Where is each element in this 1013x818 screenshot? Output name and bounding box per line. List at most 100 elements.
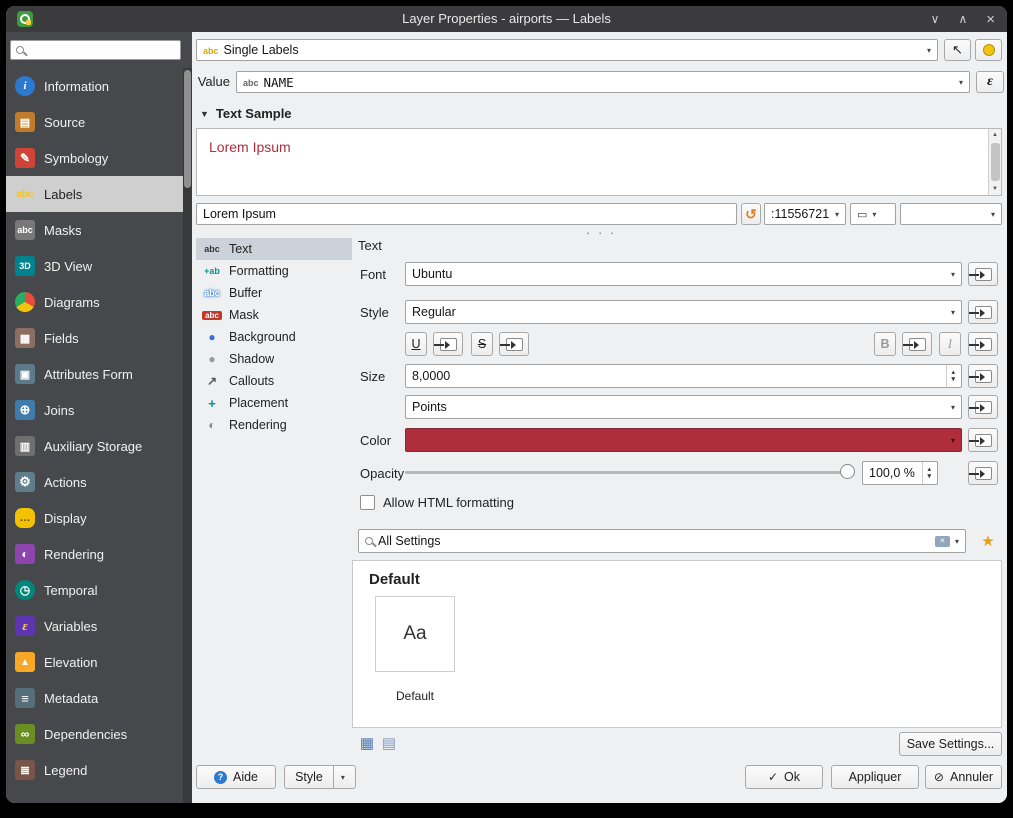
icon-view-button[interactable]	[358, 734, 376, 752]
underline-override-button[interactable]	[433, 332, 463, 356]
preview-background-select[interactable]	[900, 203, 1002, 225]
sidebar-item-symbology[interactable]: Symbology	[6, 140, 183, 176]
font-override-button[interactable]	[968, 262, 998, 286]
reset-sample-button[interactable]	[741, 203, 761, 225]
tab-callouts[interactable]: Callouts	[196, 370, 352, 392]
tab-background[interactable]: Background	[196, 326, 352, 348]
style-label: Style	[360, 305, 389, 320]
value-field-select[interactable]: NAME	[236, 71, 970, 93]
text-sample-header[interactable]: Text Sample	[200, 104, 292, 122]
allow-html-checkbox[interactable]	[360, 495, 375, 510]
shadow-icon	[202, 352, 222, 366]
ok-button[interactable]: Ok	[745, 765, 823, 789]
sidebar-item-joins[interactable]: Joins	[6, 392, 183, 428]
color-override-button[interactable]	[968, 428, 998, 452]
labeling-rules-button[interactable]	[944, 39, 971, 61]
sidebar-item-auxiliary-storage[interactable]: Auxiliary Storage	[6, 428, 183, 464]
tab-buffer[interactable]: Buffer	[196, 282, 352, 304]
sidebar-item-variables[interactable]: Variables	[6, 608, 183, 644]
list-view-icon	[382, 734, 396, 753]
sidebar-item-dependencies[interactable]: Dependencies	[6, 716, 183, 752]
units-override-button[interactable]	[968, 395, 998, 419]
spin-arrows-icon[interactable]	[922, 462, 931, 484]
sidebar-item-rendering[interactable]: Rendering	[6, 536, 183, 572]
style-card-default[interactable]: Aa	[375, 596, 455, 672]
sidebar-search-box[interactable]	[10, 40, 181, 60]
sidebar-item-elevation[interactable]: Elevation	[6, 644, 183, 680]
window-maximize-icon[interactable]	[958, 12, 967, 26]
sample-text-input[interactable]	[196, 203, 737, 225]
sidebar-search-input[interactable]	[29, 43, 175, 57]
window-title: Layer Properties - airports — Labels	[6, 6, 1007, 32]
style-menu-button[interactable]: Style	[284, 765, 356, 789]
sidebar-item-legend[interactable]: Legend	[6, 752, 183, 788]
sidebar-item-actions[interactable]: Actions	[6, 464, 183, 500]
cancel-button[interactable]: Annuler	[925, 765, 1002, 789]
style-override-button[interactable]	[968, 300, 998, 324]
apply-button[interactable]: Appliquer	[831, 765, 919, 789]
sidebar-item-diagrams[interactable]: Diagrams	[6, 284, 183, 320]
scroll-down-icon[interactable]	[992, 183, 998, 195]
chevron-down-icon[interactable]	[955, 537, 959, 546]
style-manager-button[interactable]	[978, 531, 998, 551]
list-view-button[interactable]	[380, 734, 398, 752]
opacity-slider[interactable]	[405, 461, 855, 485]
save-settings-button[interactable]: Save Settings...	[899, 732, 1002, 756]
sidebar-item-3d-view[interactable]: 3D View	[6, 248, 183, 284]
opacity-spinbox[interactable]: 100,0 %	[862, 461, 938, 485]
spin-arrows-icon[interactable]	[946, 365, 955, 387]
sidebar-item-attributes-form[interactable]: Attributes Form	[6, 356, 183, 392]
size-spinbox[interactable]: 8,0000	[405, 364, 962, 388]
help-button[interactable]: Aide	[196, 765, 276, 789]
sidebar-item-information[interactable]: Information	[6, 68, 183, 104]
size-units-select[interactable]: Points	[405, 395, 962, 419]
font-style-select[interactable]: Regular	[405, 300, 962, 324]
clear-search-icon[interactable]	[935, 536, 950, 547]
sidebar-item-source[interactable]: Source	[6, 104, 183, 140]
settings-search-box[interactable]: All Settings	[358, 529, 966, 553]
italic-override-button[interactable]	[968, 332, 998, 356]
strikethrough-override-button[interactable]	[499, 332, 529, 356]
window-shade-icon[interactable]	[931, 12, 940, 26]
map-scale-picker-button[interactable]	[850, 203, 896, 225]
expression-builder-button[interactable]	[976, 71, 1004, 93]
allow-html-row: Allow HTML formatting	[360, 495, 514, 510]
opacity-override-button[interactable]	[968, 461, 998, 485]
sample-scale-combo[interactable]: :11556721	[764, 203, 846, 225]
sidebar-item-temporal[interactable]: Temporal	[6, 572, 183, 608]
strikethrough-button[interactable]: S	[471, 332, 493, 356]
automated-placement-settings-button[interactable]	[975, 39, 1002, 61]
opacity-slider-track[interactable]	[405, 471, 855, 474]
opacity-slider-handle[interactable]	[840, 464, 855, 479]
sidebar-scrollbar[interactable]	[183, 68, 192, 803]
tab-formatting[interactable]: Formatting	[196, 260, 352, 282]
italic-button[interactable]: I	[939, 332, 961, 356]
sidebar-item-labels[interactable]: Labels	[6, 176, 183, 212]
label-type-select[interactable]: Single Labels	[196, 39, 938, 61]
underline-button[interactable]: U	[405, 332, 427, 356]
tab-placement[interactable]: Placement	[196, 392, 352, 414]
tab-text[interactable]: Text	[196, 238, 352, 260]
sidebar-item-metadata[interactable]: Metadata	[6, 680, 183, 716]
tab-rendering[interactable]: Rendering	[196, 414, 352, 436]
window-close-icon[interactable]	[986, 11, 995, 28]
display-icon	[15, 508, 35, 528]
size-override-button[interactable]	[968, 364, 998, 388]
tab-shadow[interactable]: Shadow	[196, 348, 352, 370]
style-menu-dropdown[interactable]	[333, 766, 345, 788]
sidebar-item-masks[interactable]: Masks	[6, 212, 183, 248]
preview-scrollbar[interactable]	[988, 129, 1001, 195]
bold-button[interactable]: B	[874, 332, 896, 356]
chevron-down-icon[interactable]	[951, 436, 955, 445]
bold-override-button[interactable]	[902, 332, 932, 356]
sidebar-item-fields[interactable]: Fields	[6, 320, 183, 356]
splitter-handle[interactable]	[586, 224, 616, 242]
color-button[interactable]	[405, 428, 962, 452]
sidebar-scrollbar-thumb[interactable]	[184, 70, 191, 188]
tab-mask[interactable]: Mask	[196, 304, 352, 326]
sidebar-item-display[interactable]: Display	[6, 500, 183, 536]
scroll-up-icon[interactable]	[992, 129, 998, 141]
preview-scrollbar-thumb[interactable]	[991, 143, 1000, 181]
font-select[interactable]: Ubuntu	[405, 262, 962, 286]
symbology-icon	[15, 148, 35, 168]
